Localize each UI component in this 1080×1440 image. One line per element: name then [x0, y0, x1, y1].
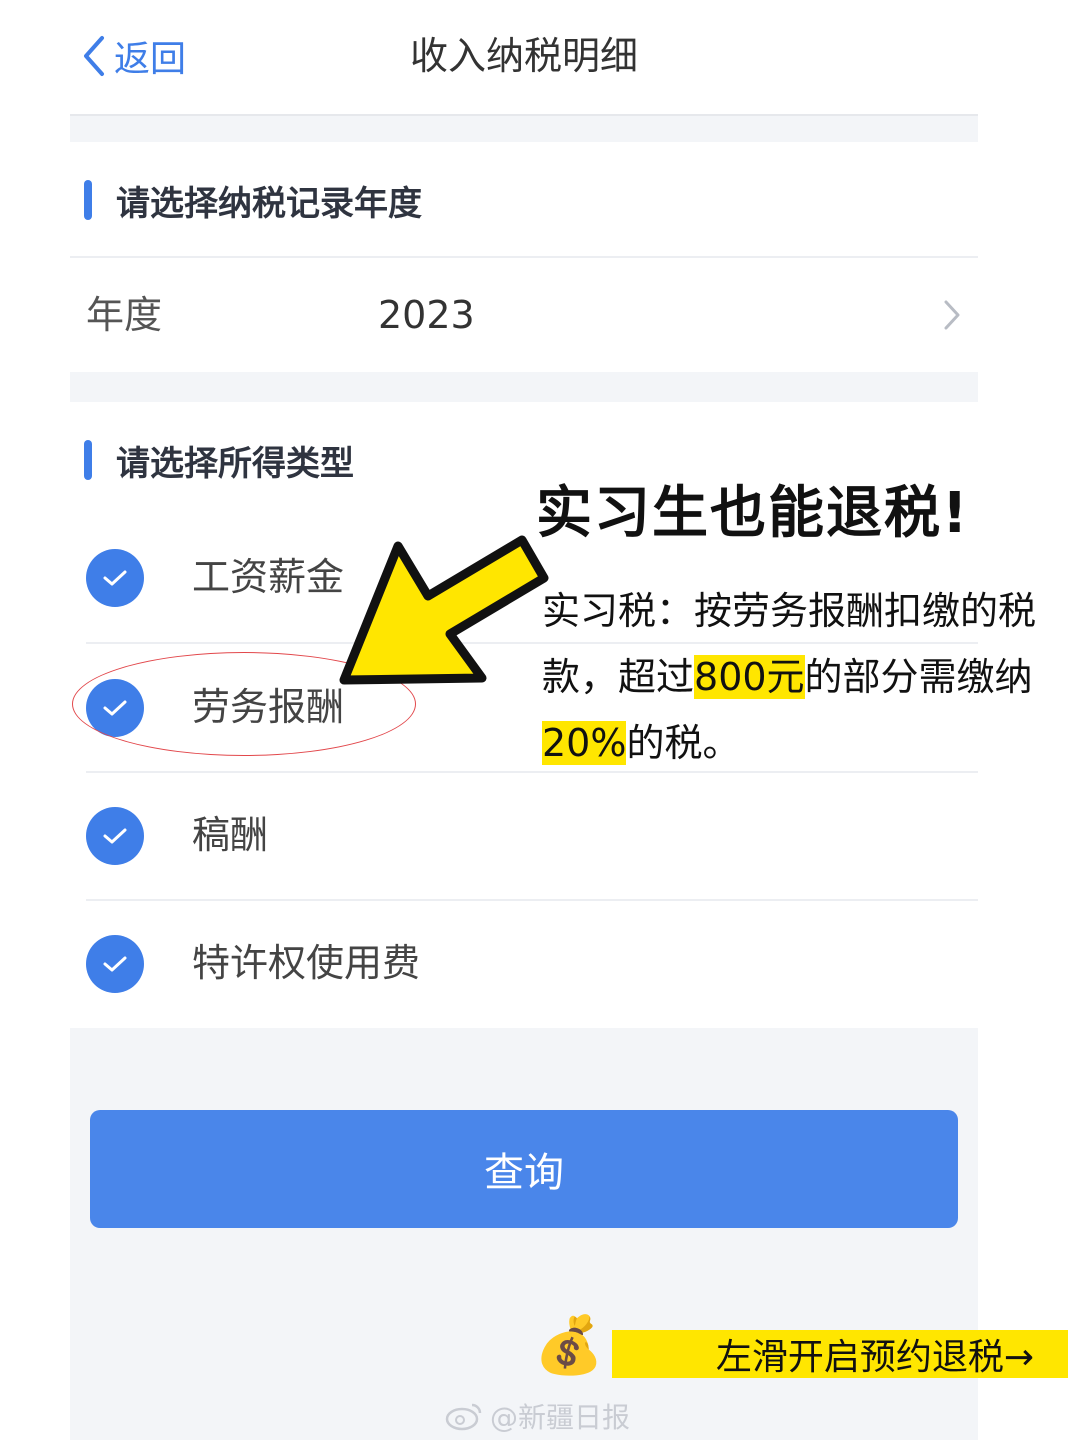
heading-accent-bar [84, 180, 92, 220]
check-icon [86, 935, 144, 993]
check-icon [86, 549, 144, 607]
watermark-text: @新疆日报 [490, 1401, 631, 1434]
page-title: 收入纳税明细 [409, 34, 638, 78]
option-label: 工资薪金 [192, 555, 345, 599]
heading-accent-bar [84, 440, 92, 480]
swipe-hint-text: 左滑开启预约退税→ [715, 1337, 1034, 1378]
watermark: @新疆日报 [444, 1396, 630, 1436]
chevron-right-icon [944, 300, 960, 330]
swipe-hint: 左滑开启预约退税→ [612, 1330, 1068, 1378]
year-selector-row[interactable]: 年度 2023 [70, 258, 978, 372]
annotation-text-part: 的税。 [626, 721, 741, 765]
year-section-heading: 请选择纳税记录年度 [84, 178, 422, 224]
section-gap [70, 372, 978, 402]
money-bag-icon: 💰 [534, 1313, 604, 1378]
annotation-text: 实习税：按劳务报酬扣缴的税款，超过800元的部分需缴纳20%的税。 [542, 578, 1062, 776]
income-type-option-franchise-fee[interactable]: 特许权使用费 [70, 900, 978, 1026]
annotation-highlight: 20% [542, 721, 627, 765]
query-button[interactable]: 查询 [90, 1110, 958, 1228]
year-label: 年度 [86, 293, 163, 337]
income-type-option-royalty-manuscript[interactable]: 稿酬 [70, 772, 978, 898]
type-section-heading-text: 请选择所得类型 [116, 443, 354, 484]
annotation-highlight: 800元 [694, 655, 805, 699]
type-section-heading: 请选择所得类型 [84, 438, 354, 484]
annotation-text-part: 的部分需缴纳 [804, 655, 1033, 699]
annotation-headline: 实习生也能退税! [536, 481, 970, 546]
check-icon [86, 807, 144, 865]
weibo-icon [445, 1403, 482, 1431]
section-gap [70, 116, 978, 142]
option-label: 特许权使用费 [192, 941, 421, 985]
option-label: 稿酬 [192, 813, 269, 857]
yellow-arrow-icon [339, 535, 549, 685]
year-section-heading-text: 请选择纳税记录年度 [116, 183, 422, 224]
year-value: 2023 [378, 293, 475, 337]
